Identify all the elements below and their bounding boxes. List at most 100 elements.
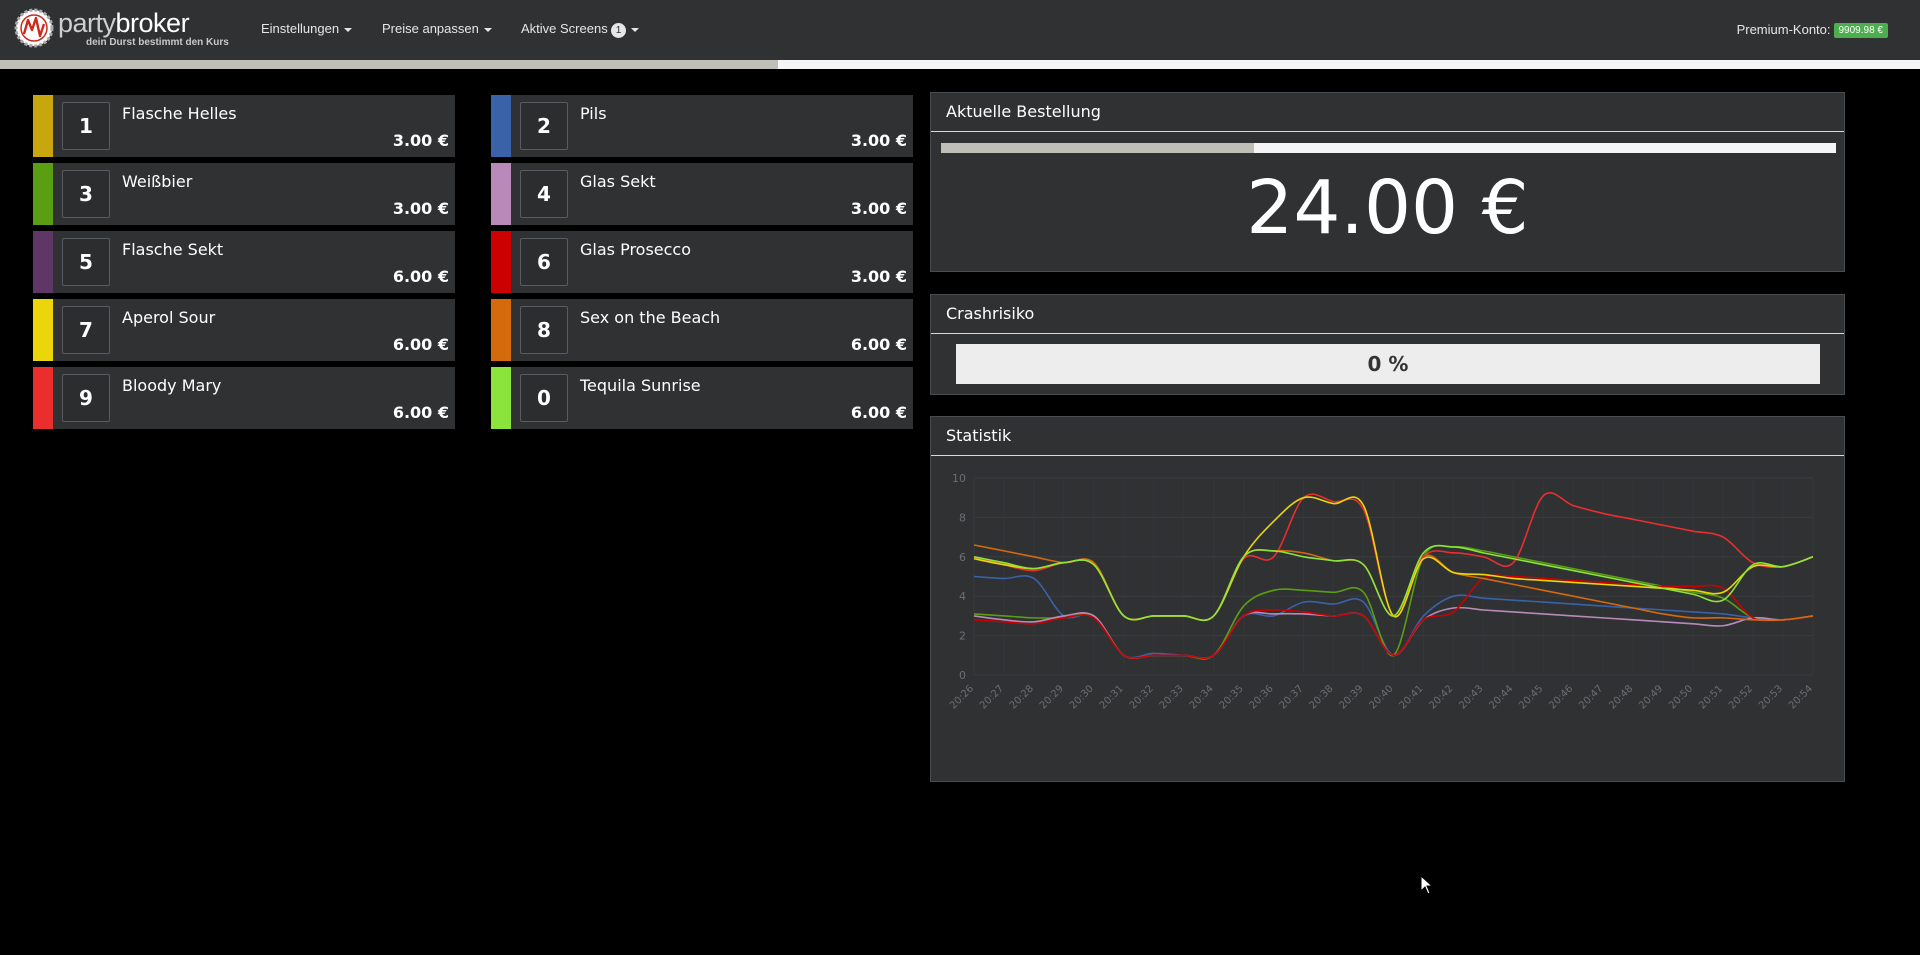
x-tick-label: 20:32 [1128,683,1156,711]
product-price: 3.00 € [392,131,449,150]
order-progress-fill [941,143,1255,153]
premium-account: Premium-Konto: 9909.98 € [1737,22,1888,38]
x-tick-label: 20:34 [1188,683,1216,711]
product-price: 3.00 € [850,131,907,150]
mouse-cursor-icon [1420,875,1434,895]
x-tick-label: 20:35 [1218,683,1246,711]
product-tile[interactable]: 2 Pils 3.00 € [491,95,913,157]
x-tick-label: 20:54 [1787,683,1815,711]
crash-risk-panel: Crashrisiko 0 % [930,294,1845,395]
y-tick-label: 8 [959,511,966,524]
product-name: Aperol Sour [122,308,216,327]
brand-name: partybroker [58,8,190,38]
product-color-swatch [33,231,53,293]
product-color-swatch [491,163,511,225]
product-hotkey: 7 [62,306,110,354]
product-hotkey: 1 [62,102,110,150]
x-tick-label: 20:51 [1697,683,1725,711]
premium-label: Premium-Konto: [1736,22,1831,37]
product-hotkey: 8 [520,306,568,354]
product-tile[interactable]: 5 Flasche Sekt 6.00 € [33,231,455,293]
product-tile[interactable]: 6 Glas Prosecco 3.00 € [491,231,913,293]
order-panel: Aktuelle Bestellung 24.00 € [930,92,1845,272]
product-price: 6.00 € [392,335,449,354]
product-hotkey: 4 [520,170,568,218]
product-tile[interactable]: 3 Weißbier 3.00 € [33,163,455,225]
menu-aktive-screens[interactable]: Aktive Screens 1 [521,21,640,38]
premium-balance-badge: 9909.98 € [1833,23,1888,38]
x-tick-label: 20:38 [1308,683,1336,711]
y-tick-label: 6 [959,551,966,564]
product-hotkey: 0 [520,374,568,422]
x-tick-label: 20:39 [1337,683,1365,711]
x-tick-label: 20:27 [978,683,1006,711]
product-name: Sex on the Beach [580,308,721,327]
product-color-swatch [33,95,53,157]
brand-logo-link[interactable]: partybroker dein Durst bestimmt den Kurs [14,8,229,52]
order-panel-title: Aktuelle Bestellung [931,93,1844,132]
x-tick-label: 20:41 [1397,683,1425,711]
x-tick-label: 20:43 [1457,683,1485,711]
y-tick-label: 2 [959,630,966,643]
product-price: 3.00 € [392,199,449,218]
menu-preise-anpassen[interactable]: Preise anpassen [382,21,492,36]
product-tile[interactable]: 1 Flasche Helles 3.00 € [33,95,455,157]
product-price: 6.00 € [850,335,907,354]
product-tile[interactable]: 7 Aperol Sour 6.00 € [33,299,455,361]
y-tick-label: 10 [952,472,966,485]
product-tile[interactable]: 8 Sex on the Beach 6.00 € [491,299,913,361]
x-tick-label: 20:28 [1008,683,1036,711]
x-tick-label: 20:47 [1577,683,1605,711]
y-tick-label: 0 [959,669,966,682]
x-tick-label: 20:45 [1517,683,1545,711]
x-tick-label: 20:31 [1098,683,1126,711]
product-color-swatch [491,367,511,429]
menu-preise-label: Preise anpassen [382,21,479,36]
menu-einstellungen[interactable]: Einstellungen [261,21,353,36]
menu-einstellungen-label: Einstellungen [261,21,340,36]
price-history-chart: 024681020:26 20:27 20:28 20:29 20:30 20:31 20:… [948,472,1815,712]
product-name: Glas Prosecco [580,240,692,259]
crash-risk-bar: 0 % [956,344,1820,384]
top-progress-fill [0,60,778,69]
navbar: partybroker dein Durst bestimmt den Kurs… [0,0,1920,60]
chevron-down-icon [631,27,640,32]
product-color-swatch [491,95,511,157]
menu-screens-label: Aktive Screens [521,21,608,36]
screens-count-badge: 1 [610,23,627,38]
product-color-swatch [33,299,53,361]
x-tick-label: 20:48 [1607,683,1635,711]
statistics-title: Statistik [931,417,1844,456]
brand-tagline: dein Durst bestimmt den Kurs [86,37,229,48]
product-name: Glas Sekt [580,172,656,191]
x-tick-label: 20:29 [1038,683,1066,711]
product-hotkey: 9 [62,374,110,422]
product-hotkey: 2 [520,102,568,150]
product-tile[interactable]: 9 Bloody Mary 6.00 € [33,367,455,429]
x-tick-label: 20:49 [1637,683,1665,711]
product-color-swatch [33,163,53,225]
product-name: Bloody Mary [122,376,222,395]
x-tick-label: 20:40 [1367,683,1395,711]
statistics-panel: Statistik 0 2 4 6 8 10 20:26 20:27 20:28 20:29 20:… [930,416,1845,782]
x-tick-label: 20:44 [1487,683,1515,711]
x-tick-label: 20:46 [1547,683,1575,711]
product-hotkey: 6 [520,238,568,286]
product-name: Flasche Helles [122,104,237,123]
product-tile[interactable]: 4 Glas Sekt 3.00 € [491,163,913,225]
product-color-swatch [491,231,511,293]
product-name: Weißbier [122,172,193,191]
x-tick-label: 20:53 [1757,683,1785,711]
product-tile[interactable]: 0 Tequila Sunrise 6.00 € [491,367,913,429]
x-tick-label: 20:37 [1278,683,1306,711]
product-hotkey: 3 [62,170,110,218]
x-tick-label: 20:30 [1068,683,1096,711]
product-price: 6.00 € [392,267,449,286]
order-total: 24.00 € [1246,165,1529,251]
x-tick-label: 20:52 [1727,683,1755,711]
partybroker-logo-icon [14,8,54,48]
x-tick-label: 20:26 [948,683,976,711]
product-color-swatch [491,299,511,361]
chevron-down-icon [344,27,353,32]
x-tick-label: 20:50 [1667,683,1695,711]
